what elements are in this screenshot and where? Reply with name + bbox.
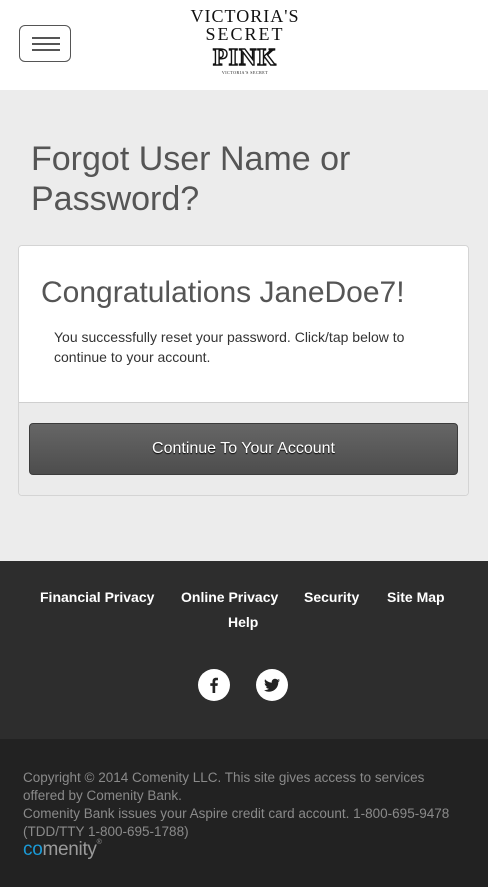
online-privacy-link[interactable]: Online Privacy: [181, 589, 278, 605]
success-message: You successfully reset your password. Cl…: [54, 329, 405, 365]
site-map-link[interactable]: Site Map: [387, 589, 445, 605]
footer-links-area: Financial Privacy Online Privacy Securit…: [0, 561, 488, 739]
financial-privacy-link[interactable]: Financial Privacy: [40, 589, 154, 605]
logo-line-2: SECRET: [205, 24, 285, 44]
comenity-logo: comenity®: [23, 839, 102, 861]
confirmation-card: Congratulations JaneDoe7! You successful…: [18, 245, 469, 496]
facebook-icon[interactable]: [198, 669, 230, 701]
menu-button[interactable]: [19, 25, 71, 62]
comenity-logo-co: co: [23, 839, 43, 860]
card-footer: Continue To Your Account: [19, 403, 468, 495]
congratulations-heading: Congratulations JaneDoe7!: [41, 276, 405, 309]
continue-to-account-button[interactable]: Continue To Your Account: [29, 423, 458, 475]
twitter-icon[interactable]: [256, 669, 288, 701]
hamburger-icon-bar: [32, 43, 60, 45]
twitter-glyph: [264, 678, 280, 692]
hamburger-icon: [32, 37, 60, 39]
logo-sub: VICTORIA'S SECRET: [221, 70, 269, 75]
copyright-text: Copyright © 2014 Comenity LLC. This site…: [23, 770, 425, 803]
brand-logo[interactable]: VICTORIA'S SECRET PINK VICTORIA'S SECRET: [180, 7, 310, 83]
footer-legal-area: Copyright © 2014 Comenity LLC. This site…: [0, 739, 488, 887]
facebook-glyph: [210, 677, 218, 693]
comenity-logo-tm: ®: [96, 839, 102, 846]
help-link[interactable]: Help: [228, 614, 258, 630]
card-body: Congratulations JaneDoe7! You successful…: [19, 246, 468, 403]
page-title: Forgot User Name or Password?: [31, 140, 351, 218]
site-header: VICTORIA'S SECRET PINK VICTORIA'S SECRET: [0, 0, 488, 90]
security-link[interactable]: Security: [304, 589, 359, 605]
logo-pink: PINK: [212, 45, 277, 71]
hamburger-icon-bar: [32, 49, 60, 51]
legal-text: Copyright © 2014 Comenity LLC. This site…: [23, 769, 463, 841]
issuer-text: Comenity Bank issues your Aspire credit …: [23, 806, 450, 839]
comenity-logo-rest: menity: [42, 839, 97, 860]
logo-line-1: VICTORIA'S: [190, 6, 300, 26]
